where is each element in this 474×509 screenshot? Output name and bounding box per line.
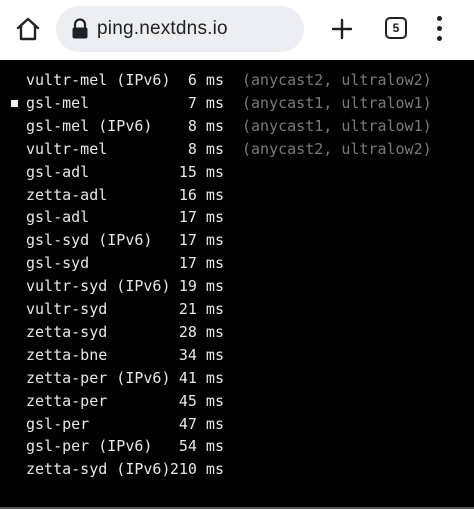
server-name: vultr-syd bbox=[26, 300, 108, 318]
latency-value: 19 ms bbox=[178, 277, 224, 296]
lock-icon[interactable] bbox=[70, 18, 90, 40]
server-name: zetta-syd bbox=[26, 322, 108, 341]
latency-value: 54 ms bbox=[178, 437, 224, 456]
anycast-note: (anycast1, ultralow1) bbox=[242, 116, 432, 135]
server-name: gsl-mel bbox=[26, 93, 90, 112]
ping-results-list: vultr-mel (IPv6) 6 ms (anycast2, ultralow2… bbox=[0, 60, 474, 509]
address-bar[interactable]: ping.nextdns.io bbox=[56, 6, 304, 52]
latency-value: 21 ms bbox=[178, 300, 224, 318]
latency-value: 17 ms bbox=[178, 254, 224, 273]
latency-value: 8 ms bbox=[187, 116, 224, 135]
server-name: zetta-adl bbox=[26, 185, 108, 204]
anycast-note: (anycast2, ultralow2) bbox=[242, 139, 432, 158]
home-icon[interactable] bbox=[14, 15, 42, 43]
plus-icon[interactable] bbox=[328, 15, 356, 43]
tab-count: 5 bbox=[392, 21, 400, 35]
latency-value: 41 ms bbox=[178, 368, 224, 387]
browser-toolbar: ping.nextdns.io 5 bbox=[0, 0, 474, 60]
more-vert-icon[interactable] bbox=[430, 14, 450, 44]
server-name: zetta-bne bbox=[26, 345, 108, 364]
server-name: vultr-mel bbox=[26, 139, 108, 158]
server-name: zetta-syd (IPv6) bbox=[26, 460, 171, 479]
latency-value: 28 ms bbox=[178, 322, 224, 341]
server-name: gsl-adl bbox=[26, 162, 90, 181]
anycast-note: (anycast1, ultralow1) bbox=[242, 93, 432, 112]
server-name: vultr-syd (IPv6) bbox=[26, 277, 171, 296]
latency-value: 17 ms bbox=[178, 231, 224, 250]
server-name: gsl-mel (IPv6) bbox=[26, 116, 153, 135]
server-name: gsl-adl bbox=[26, 208, 90, 227]
server-name: gsl-syd bbox=[26, 254, 90, 273]
tab-switcher-icon[interactable]: 5 bbox=[385, 17, 407, 39]
latency-value: 16 ms bbox=[178, 185, 224, 204]
url-text[interactable]: ping.nextdns.io bbox=[97, 17, 228, 41]
anycast-note: (anycast2, ultralow2) bbox=[242, 71, 432, 89]
latency-value: 15 ms bbox=[178, 162, 224, 181]
latency-value: 7 ms bbox=[187, 93, 224, 112]
latency-value: 8 ms bbox=[187, 139, 224, 158]
server-name: gsl-syd (IPv6) bbox=[26, 231, 153, 250]
latency-value: 6 ms bbox=[187, 71, 224, 89]
latency-value: 47 ms bbox=[178, 414, 224, 433]
server-name: gsl-per (IPv6) bbox=[26, 437, 153, 456]
server-name: gsl-per bbox=[26, 414, 90, 433]
server-name: zetta-per (IPv6) bbox=[26, 368, 171, 387]
latency-value: 210 ms bbox=[169, 460, 224, 479]
latency-value: 34 ms bbox=[178, 345, 224, 364]
latency-value: 45 ms bbox=[178, 391, 224, 410]
server-name: zetta-per bbox=[26, 391, 108, 410]
server-name: vultr-mel (IPv6) bbox=[26, 71, 171, 89]
latency-value: 17 ms bbox=[178, 208, 224, 227]
selected-marker bbox=[11, 99, 18, 107]
